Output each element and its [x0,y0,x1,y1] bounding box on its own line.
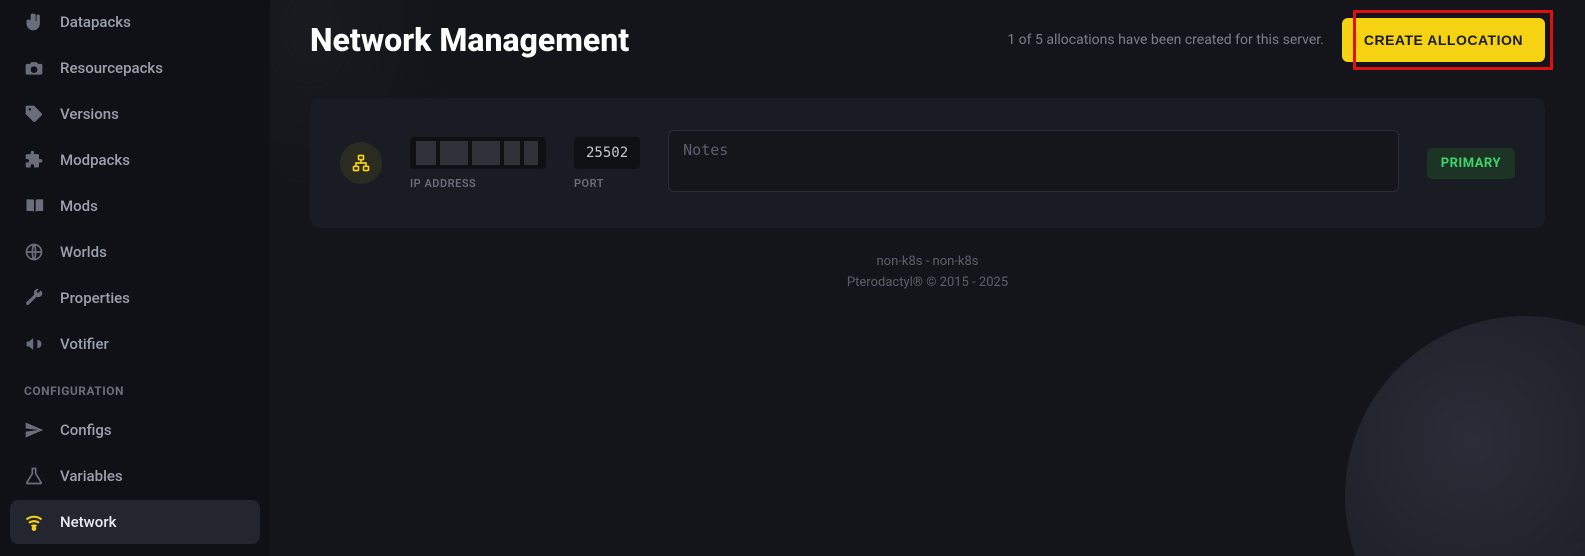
header-actions: 1 of 5 allocations have been created for… [1007,18,1545,62]
book-icon [24,196,44,216]
sidebar-item-label: Mods [60,197,98,215]
sidebar-item-label: Resourcepacks [60,59,163,77]
sidebar-item-label: Modpacks [60,151,130,169]
tag-icon [24,104,44,124]
sidebar-item-modpacks[interactable]: Modpacks [10,138,260,182]
sidebar-item-votifier[interactable]: Votifier [10,322,260,366]
puzzle-icon [24,150,44,170]
paperplane-icon [24,420,44,440]
page-title: Network Management [310,21,629,59]
sidebar-item-versions[interactable]: Versions [10,92,260,136]
sidebar-item-worlds[interactable]: Worlds [10,230,260,274]
sidebar-item-mods[interactable]: Mods [10,184,260,228]
sidebar-section-title: CONFIGURATION [10,368,260,408]
sidebar-item-datapacks[interactable]: Datapacks [10,0,260,44]
flask-icon [24,466,44,486]
footer-line2: Pterodactyl® © 2015 - 2025 [310,273,1545,294]
ip-address-label: IP ADDRESS [410,177,546,190]
page-header: Network Management 1 of 5 allocations ha… [310,18,1545,62]
sidebar-item-properties[interactable]: Properties [10,276,260,320]
sidebar-item-startup[interactable]: Startup [10,546,260,556]
primary-badge: PRIMARY [1427,148,1515,179]
sidebar-item-label: Versions [60,105,119,123]
footer: non-k8s - non-k8s Pterodactyl® © 2015 - … [310,252,1545,294]
wrench-icon [24,288,44,308]
hand-icon [24,12,44,32]
sidebar-item-resourcepacks[interactable]: Resourcepacks [10,46,260,90]
sidebar-item-configs[interactable]: Configs [10,408,260,452]
port-field: 25502 PORT [574,137,640,190]
allocation-status-text: 1 of 5 allocations have been created for… [1007,32,1324,48]
notes-input[interactable] [668,130,1399,192]
sidebar-item-label: Datapacks [60,13,131,31]
sidebar-item-network[interactable]: Network [10,500,260,544]
sidebar-item-label: Network [60,513,116,531]
sidebar-item-label: Configs [60,421,112,439]
sidebar: Datapacks Resourcepacks Versions Modpack… [0,0,270,556]
sidebar-item-label: Variables [60,467,123,485]
ip-address-field: IP ADDRESS [410,137,546,190]
globe-icon [24,242,44,262]
footer-line1: non-k8s - non-k8s [310,252,1545,273]
sidebar-item-variables[interactable]: Variables [10,454,260,498]
megaphone-icon [24,334,44,354]
background-planet-decoration [1345,316,1585,556]
create-allocation-button[interactable]: CREATE ALLOCATION [1342,18,1545,62]
ip-address-value[interactable] [410,137,546,169]
allocation-card: IP ADDRESS 25502 PORT PRIMARY [310,98,1545,228]
main-content: Network Management 1 of 5 allocations ha… [270,0,1585,556]
wifi-icon [24,512,44,532]
port-label: PORT [574,177,640,190]
network-icon [340,142,382,184]
camera-icon [24,58,44,78]
sidebar-item-label: Votifier [60,335,109,353]
port-value[interactable]: 25502 [574,137,640,169]
notes-field [668,130,1399,196]
sidebar-item-label: Properties [60,289,130,307]
sidebar-item-label: Worlds [60,243,107,261]
